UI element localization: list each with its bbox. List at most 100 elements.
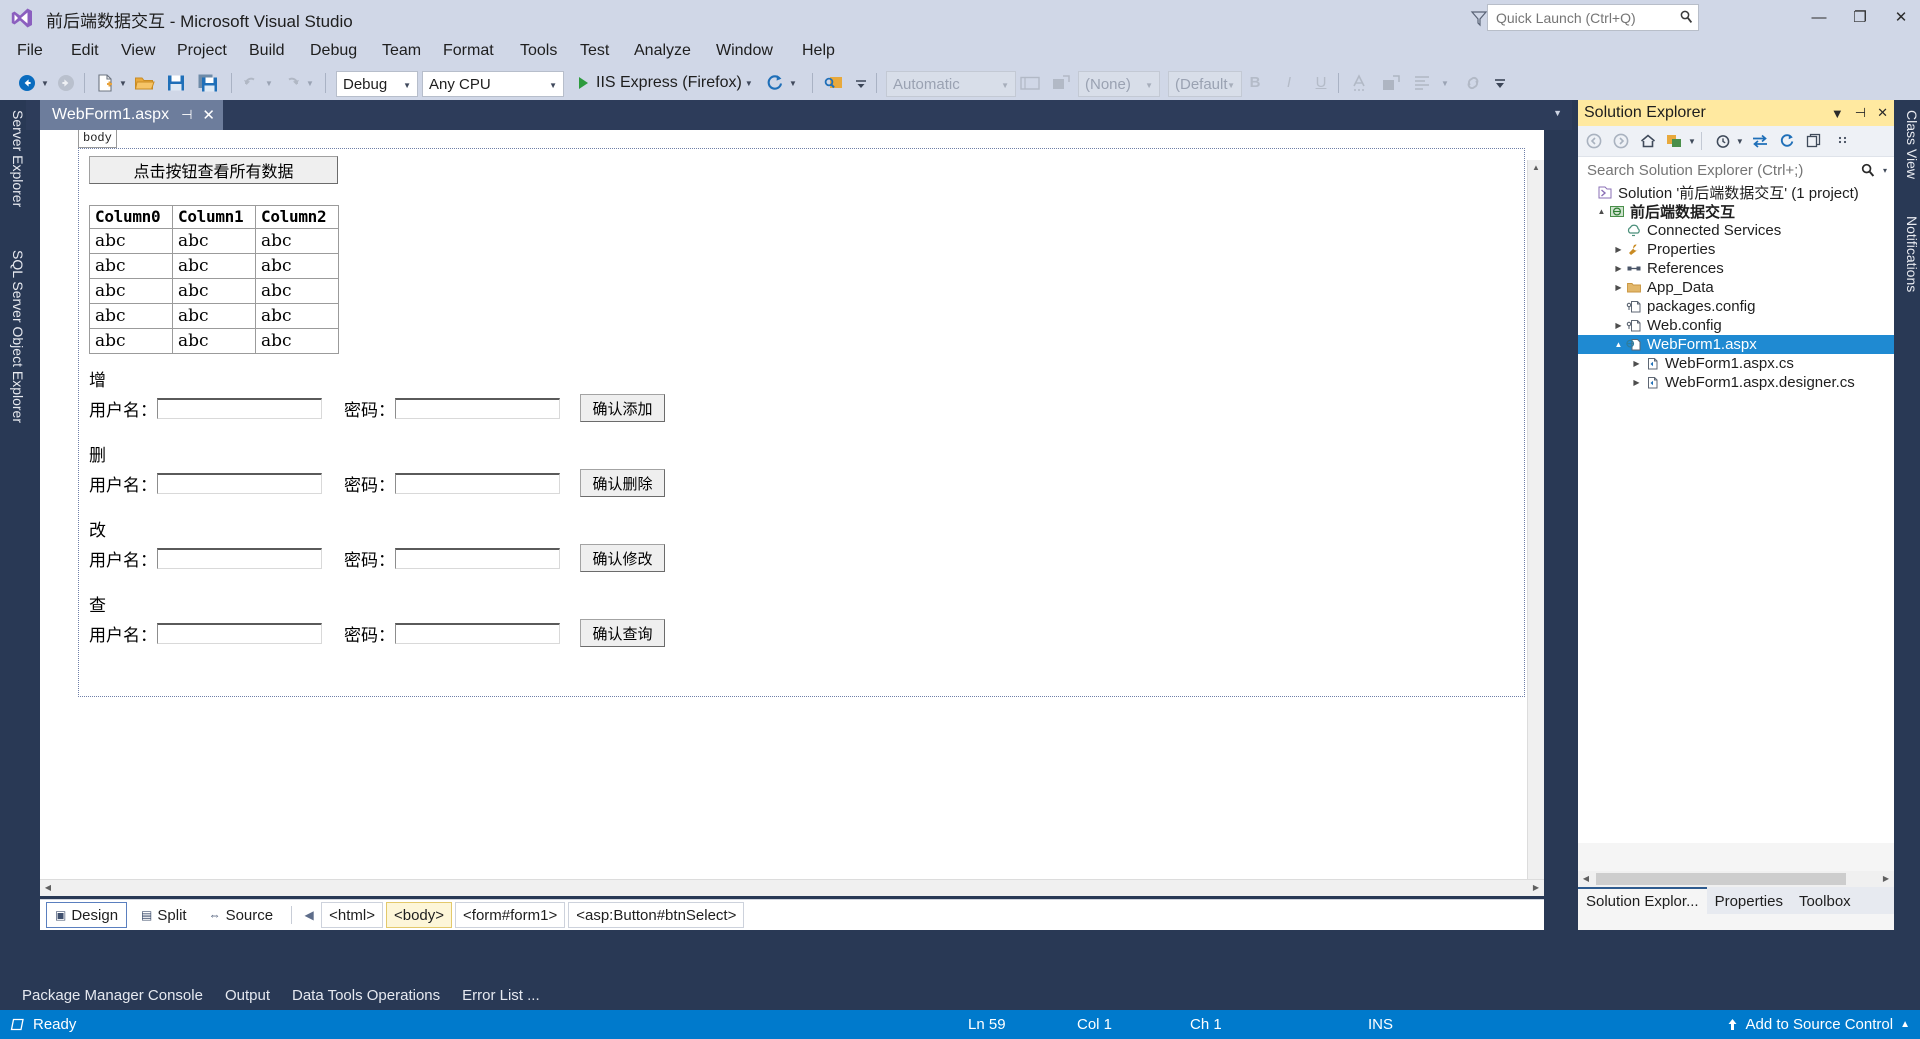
username-input[interactable] (157, 622, 322, 644)
menu-format[interactable]: Format (434, 39, 503, 63)
menu-analyze[interactable]: Analyze (625, 39, 700, 63)
toolbar-overflow-icon[interactable] (1493, 71, 1507, 95)
toolbar-overflow-icon[interactable] (854, 71, 868, 95)
save-all-icon[interactable] (197, 71, 219, 95)
tree-item-web-config[interactable]: ▶ Web.config (1578, 316, 1894, 335)
breadcrumb-form[interactable]: <form#form1> (455, 902, 566, 928)
sql-server-object-explorer-tab[interactable]: SQL Server Object Explorer (0, 244, 26, 429)
confirm-delete-button[interactable]: 确认删除 (580, 469, 665, 497)
tab-design[interactable]: ▣ Design (46, 902, 128, 928)
chevron-down-icon[interactable]: ▾ (1883, 166, 1887, 175)
tab-source[interactable]: ⇔ Source (201, 903, 282, 927)
menu-project[interactable]: Project (168, 39, 236, 63)
pin-icon[interactable]: ⊣ (1855, 105, 1866, 121)
username-input[interactable] (157, 472, 322, 494)
tree-item-webform1-aspx-designer-cs[interactable]: ▶ WebForm1.aspx.designer.cs (1578, 373, 1894, 392)
redo-icon[interactable]: ▼ (281, 71, 314, 95)
scroll-up-arrow[interactable]: ▲ (1528, 160, 1544, 176)
document-tab-webform1[interactable]: WebForm1.aspx ⊣ ✕ (40, 100, 223, 130)
scroll-left-arrow[interactable]: ◀ (1578, 871, 1594, 887)
menu-debug[interactable]: Debug (301, 39, 366, 63)
close-icon[interactable]: ✕ (202, 106, 215, 124)
tab-toolbox[interactable]: Toolbox (1791, 889, 1859, 914)
tree-item-properties[interactable]: ▶ Properties (1578, 240, 1894, 259)
tree-item-packages-config[interactable]: packages.config (1578, 297, 1894, 316)
pin-icon[interactable]: ⊣ (181, 107, 192, 123)
align-icon[interactable]: ▼ (1412, 71, 1449, 95)
underline-button[interactable]: U (1310, 72, 1332, 94)
chevron-down-icon[interactable]: ▼ (1831, 106, 1844, 121)
home-icon[interactable] (1637, 130, 1659, 152)
breadcrumb-html[interactable]: <html> (321, 902, 383, 928)
hyperlink-icon[interactable] (1462, 71, 1484, 95)
pending-changes-icon[interactable] (1712, 130, 1734, 152)
web-form-designer[interactable]: body 点击按钮查看所有数据 Column0 Column1 Column2 … (40, 130, 1544, 896)
chevron-down-icon[interactable]: ▼ (1553, 108, 1562, 118)
password-input[interactable] (395, 622, 560, 644)
class-view-tab[interactable]: Class View (1894, 104, 1920, 185)
target-rule-icon[interactable] (1018, 71, 1042, 95)
breadcrumb-body[interactable]: <body> (385, 902, 453, 928)
tree-item-solution[interactable]: Solution '前后端数据交互' (1 project) (1578, 183, 1894, 202)
close-icon[interactable]: ✕ (1877, 105, 1888, 121)
chevron-down-icon[interactable]: ▼ (403, 81, 411, 90)
open-file-icon[interactable] (133, 71, 155, 95)
css-class-select[interactable]: (None) ▼ (1078, 71, 1160, 97)
quick-launch-box[interactable] (1487, 4, 1699, 31)
chevron-down-icon[interactable]: ▼ (1001, 81, 1009, 90)
breadcrumb-back-icon[interactable]: ◀ (300, 903, 318, 927)
search-icon[interactable] (1860, 161, 1876, 179)
design-canvas[interactable]: body 点击按钮查看所有数据 Column0 Column1 Column2 … (40, 130, 1525, 876)
chevron-up-icon[interactable]: ▲ (1900, 1019, 1910, 1030)
minimize-button[interactable]: — (1804, 6, 1834, 30)
navigate-back-icon[interactable]: ▼ (16, 71, 49, 95)
menu-window[interactable]: Window (707, 39, 782, 63)
chevron-down-icon[interactable]: ▼ (1145, 81, 1153, 90)
new-item-icon[interactable]: ▼ (94, 71, 127, 95)
tree-expander[interactable]: ▲ (1612, 340, 1625, 349)
tab-package-manager-console[interactable]: Package Manager Console (22, 980, 203, 1010)
tab-solution-explorer[interactable]: Solution Explor... (1578, 887, 1707, 914)
browse-with-icon[interactable] (822, 71, 846, 95)
solution-platform-select[interactable]: Any CPU ▼ (422, 71, 564, 97)
password-input[interactable] (395, 547, 560, 569)
search-input[interactable] (1585, 160, 1860, 180)
chevron-down-icon[interactable]: ▼ (1227, 81, 1235, 90)
tree-expander[interactable]: ▶ (1612, 245, 1625, 254)
menu-team[interactable]: Team (373, 39, 430, 63)
font-family-select[interactable]: (Default ▼ (1168, 71, 1242, 97)
confirm-query-button[interactable]: 确认查询 (580, 619, 665, 647)
chevron-down-icon[interactable]: ▼ (1736, 137, 1744, 146)
notifications-tab[interactable]: Notifications (1894, 210, 1920, 298)
navigate-forward-icon[interactable] (55, 71, 77, 95)
refresh-icon[interactable]: ▼ (764, 71, 797, 95)
menu-view[interactable]: View (112, 39, 164, 63)
tree-expander[interactable]: ▶ (1612, 321, 1625, 330)
tree-expander[interactable]: ▶ (1612, 264, 1625, 273)
quick-launch-input[interactable] (1494, 5, 1674, 30)
close-button[interactable]: ✕ (1886, 6, 1916, 30)
username-input[interactable] (157, 397, 322, 419)
background-color-icon[interactable] (1380, 71, 1402, 95)
menu-tools[interactable]: Tools (511, 39, 566, 63)
tab-error-list[interactable]: Error List ... (462, 980, 540, 1010)
confirm-update-button[interactable]: 确认修改 (580, 544, 665, 572)
solution-explorer-horizontal-scrollbar[interactable]: ◀ ▶ (1578, 871, 1894, 887)
new-style-icon[interactable] (1049, 71, 1073, 95)
scroll-right-arrow[interactable]: ▶ (1878, 871, 1894, 887)
tab-split[interactable]: ▤ Split (133, 903, 195, 927)
chevron-down-icon[interactable]: ▼ (1688, 137, 1696, 146)
save-icon[interactable] (165, 71, 187, 95)
tree-expander[interactable]: ▶ (1612, 283, 1625, 292)
menu-help[interactable]: Help (793, 39, 844, 63)
scrollbar-thumb[interactable] (1596, 873, 1846, 885)
tree-expander[interactable]: ▶ (1630, 378, 1643, 387)
solution-explorer-search[interactable]: ▾ (1578, 156, 1894, 184)
server-explorer-tab[interactable]: Server Explorer (0, 104, 26, 213)
tree-item-webform1-aspx[interactable]: ▲ WebForm1.aspx (1578, 335, 1894, 354)
italic-button[interactable]: I (1278, 72, 1300, 94)
start-debugging-button[interactable]: IIS Express (Firefox) ▼ (574, 71, 753, 95)
designer-vertical-scrollbar[interactable]: ▲ ▼ (1527, 160, 1544, 896)
switch-views-icon[interactable] (1664, 130, 1686, 152)
scroll-right-arrow[interactable]: ▶ (1528, 880, 1544, 896)
